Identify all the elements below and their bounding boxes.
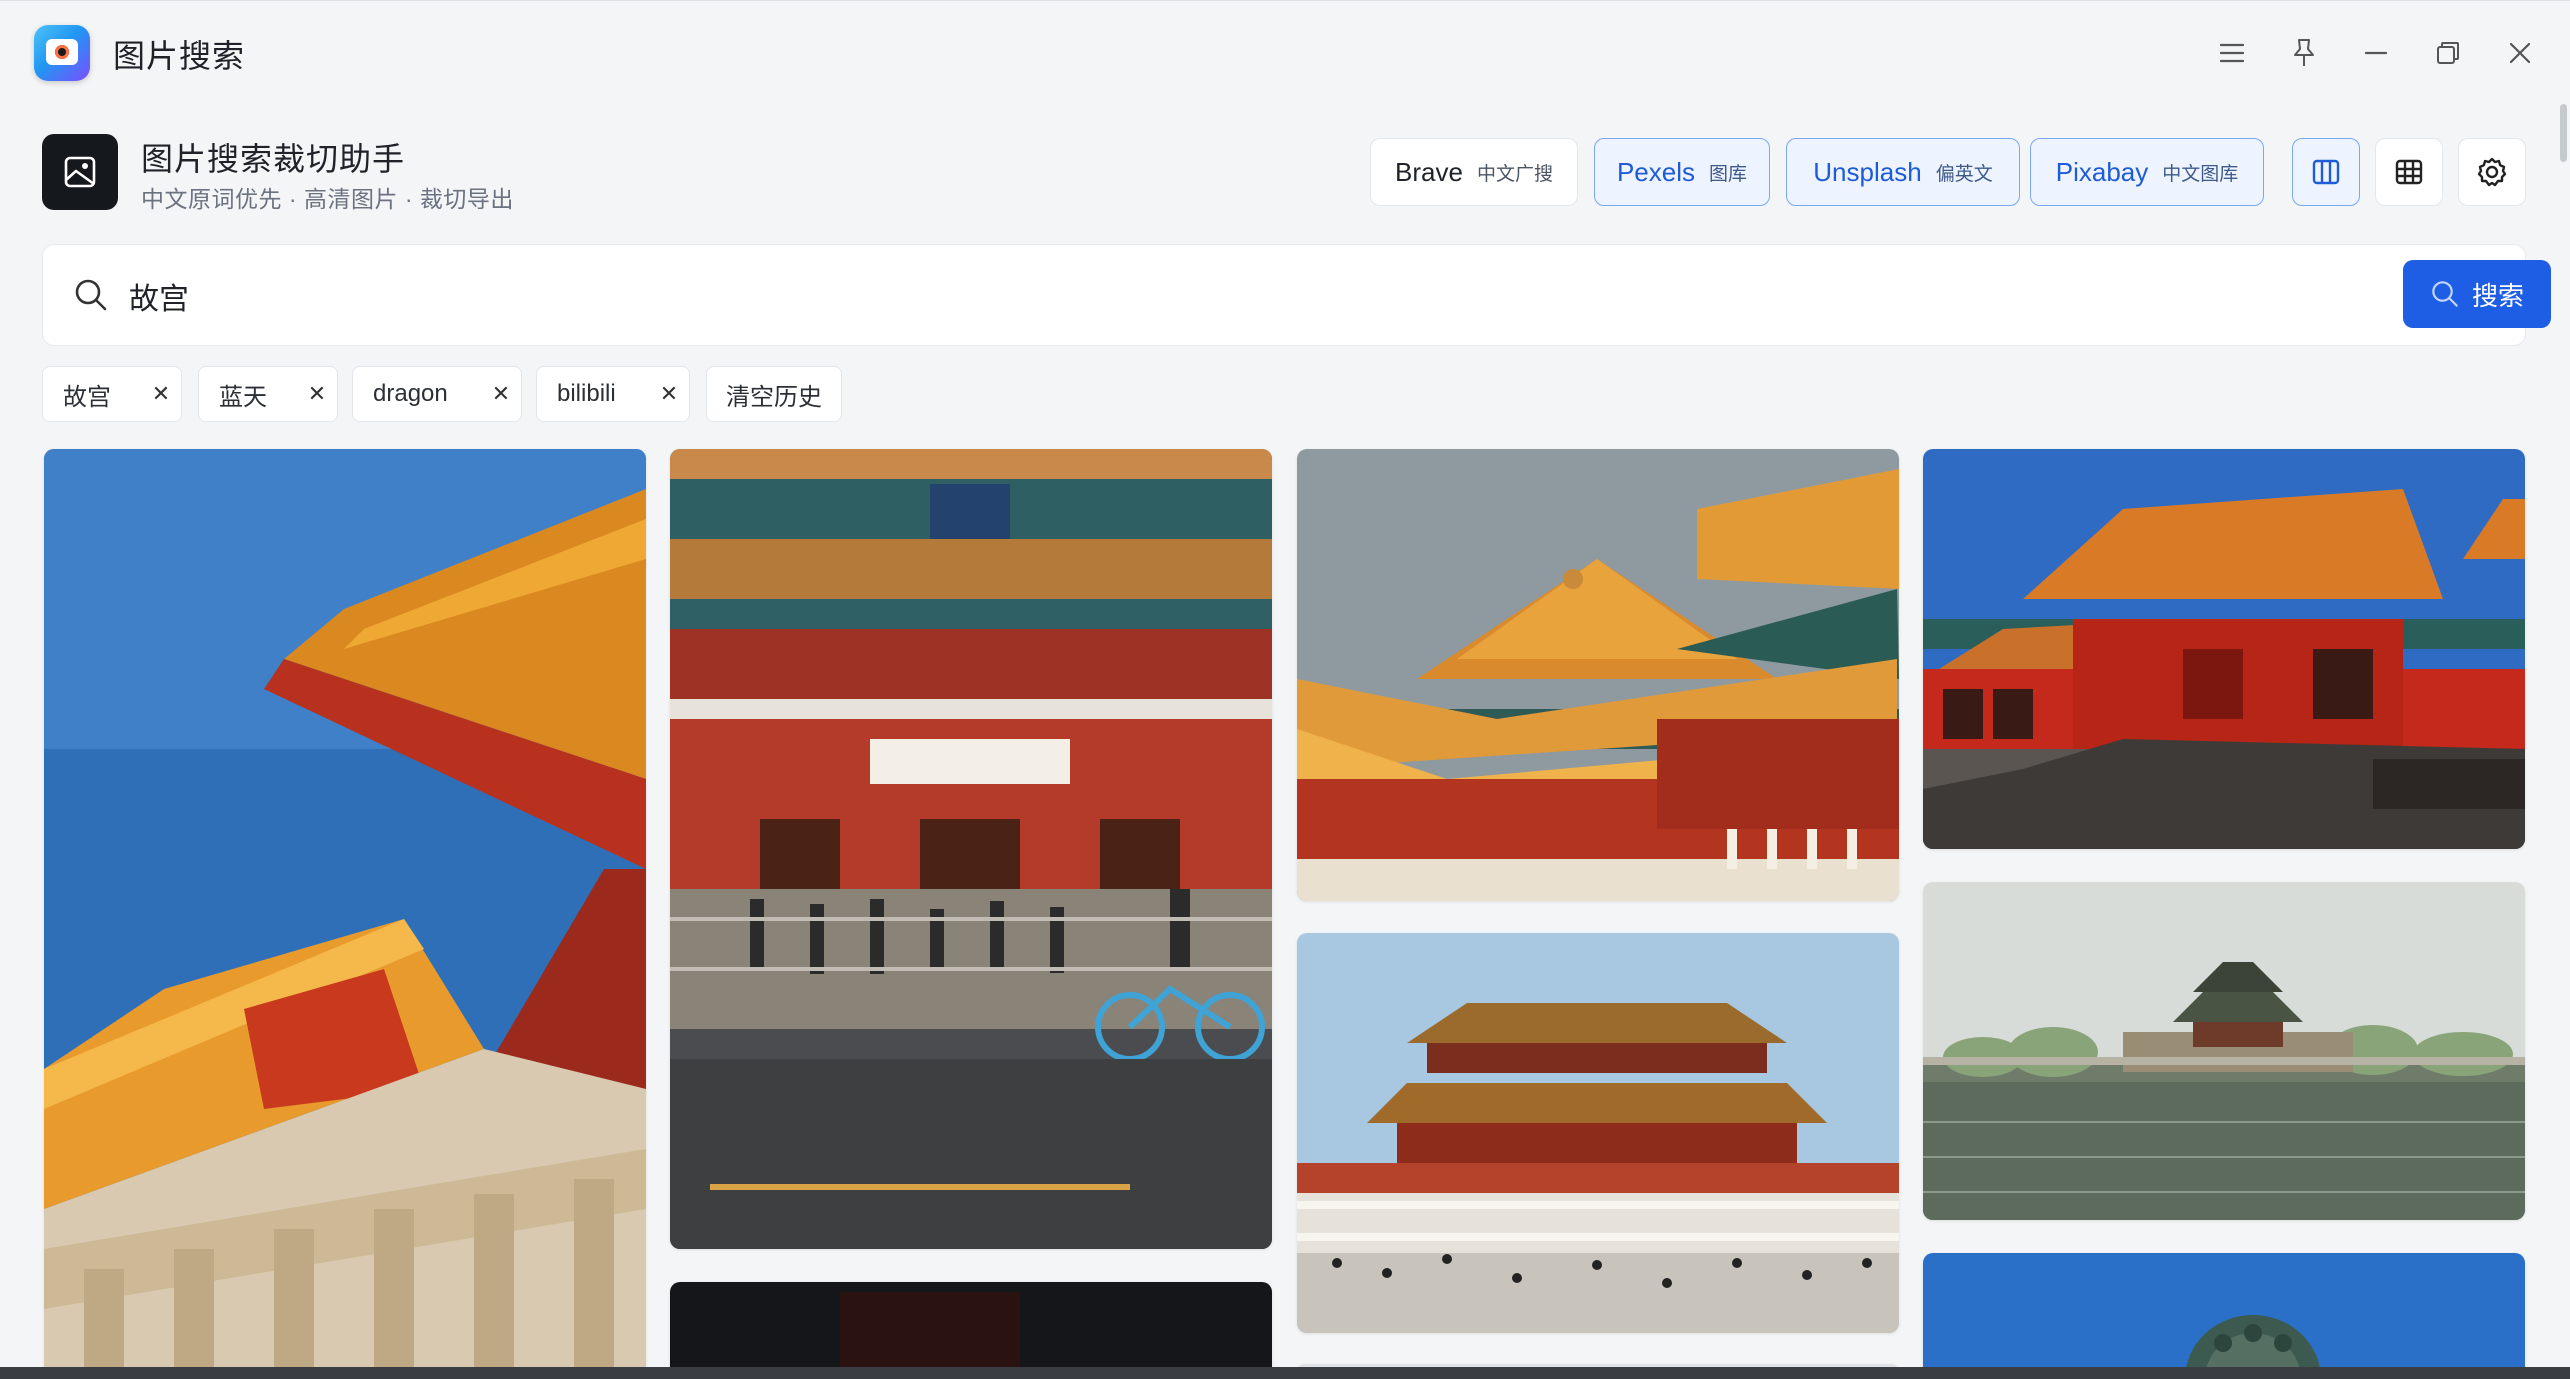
source-pixabay-button[interactable]: Pixabay 中文图库 — [2030, 138, 2264, 206]
source-tag: 偏英文 — [1935, 163, 1993, 185]
history-chip: bilibili ✕ — [536, 366, 690, 422]
minimize-icon[interactable] — [2356, 33, 2396, 73]
source-name: Pixabay — [2055, 156, 2149, 187]
result-image-7[interactable] — [670, 1282, 1272, 1379]
grid-icon — [2395, 159, 2423, 185]
history-chip-label[interactable]: 蓝天 — [199, 377, 297, 412]
search-icon — [2432, 281, 2458, 307]
source-brave-button[interactable]: Brave 中文广搜 — [1370, 138, 1578, 206]
result-image-3[interactable] — [1297, 449, 1899, 901]
history-chip-label[interactable]: bilibili — [537, 380, 649, 408]
scrollbar-thumb[interactable] — [2560, 104, 2567, 162]
search-icon — [73, 277, 109, 318]
remove-chip-icon[interactable]: ✕ — [649, 381, 689, 407]
window-title: 图片搜索 — [113, 38, 246, 74]
taskbar — [0, 1367, 2570, 1379]
result-image-5[interactable] — [1297, 933, 1899, 1333]
app-logo-icon — [34, 25, 90, 81]
search-button[interactable]: 搜索 — [2403, 260, 2551, 328]
page-title: 图片搜索裁切助手 — [141, 141, 406, 177]
pin-icon[interactable] — [2284, 33, 2324, 73]
source-pexels-button[interactable]: Pexels 图库 — [1594, 138, 1770, 206]
search-bar: 搜索 — [42, 244, 2551, 346]
history-chip: 故宫 ✕ — [42, 366, 182, 422]
clear-history-label: 清空历史 — [726, 383, 822, 411]
menu-icon[interactable] — [2212, 33, 2252, 73]
source-tag: 中文广搜 — [1476, 163, 1553, 185]
result-image-4[interactable] — [1923, 449, 2525, 849]
result-image-1[interactable] — [44, 449, 646, 1379]
result-image-8[interactable] — [1923, 1253, 2525, 1379]
page-subtitle: 中文原词优先 · 高清图片 · 裁切导出 — [141, 186, 514, 212]
scrollbar[interactable] — [2556, 102, 2570, 1372]
source-name: Unsplash — [1813, 156, 1922, 187]
result-image-2[interactable] — [670, 449, 1272, 1249]
image-icon — [64, 156, 96, 188]
grid-view-button[interactable] — [2375, 138, 2443, 206]
close-icon[interactable] — [2500, 33, 2540, 73]
source-unsplash-button[interactable]: Unsplash 偏英文 — [1786, 138, 2020, 206]
source-tag: 中文图库 — [2162, 163, 2239, 185]
search-button-label: 搜索 — [2471, 280, 2524, 311]
title-bar: 图片搜索 — [0, 0, 2570, 102]
remove-chip-icon[interactable]: ✕ — [297, 381, 337, 407]
brand-logo — [42, 134, 118, 210]
source-tag: 图库 — [1709, 163, 1748, 185]
history-chip: 蓝天 ✕ — [198, 366, 338, 422]
history-chip-label[interactable]: dragon — [353, 380, 481, 408]
source-name: Pexels — [1616, 156, 1696, 187]
restore-icon[interactable] — [2428, 33, 2468, 73]
columns-icon — [2312, 159, 2340, 185]
remove-chip-icon[interactable]: ✕ — [481, 381, 521, 407]
clear-history-button[interactable]: 清空历史 — [706, 366, 842, 422]
history-chip-label[interactable]: 故宫 — [43, 377, 141, 412]
result-image-6[interactable] — [1923, 882, 2525, 1220]
history-chip: dragon ✕ — [352, 366, 522, 422]
source-name: Brave — [1395, 156, 1463, 187]
columns-view-button[interactable] — [2292, 138, 2360, 206]
remove-chip-icon[interactable]: ✕ — [141, 381, 181, 407]
search-input[interactable] — [127, 267, 2331, 325]
gear-icon — [2477, 157, 2507, 187]
settings-button[interactable] — [2458, 138, 2526, 206]
